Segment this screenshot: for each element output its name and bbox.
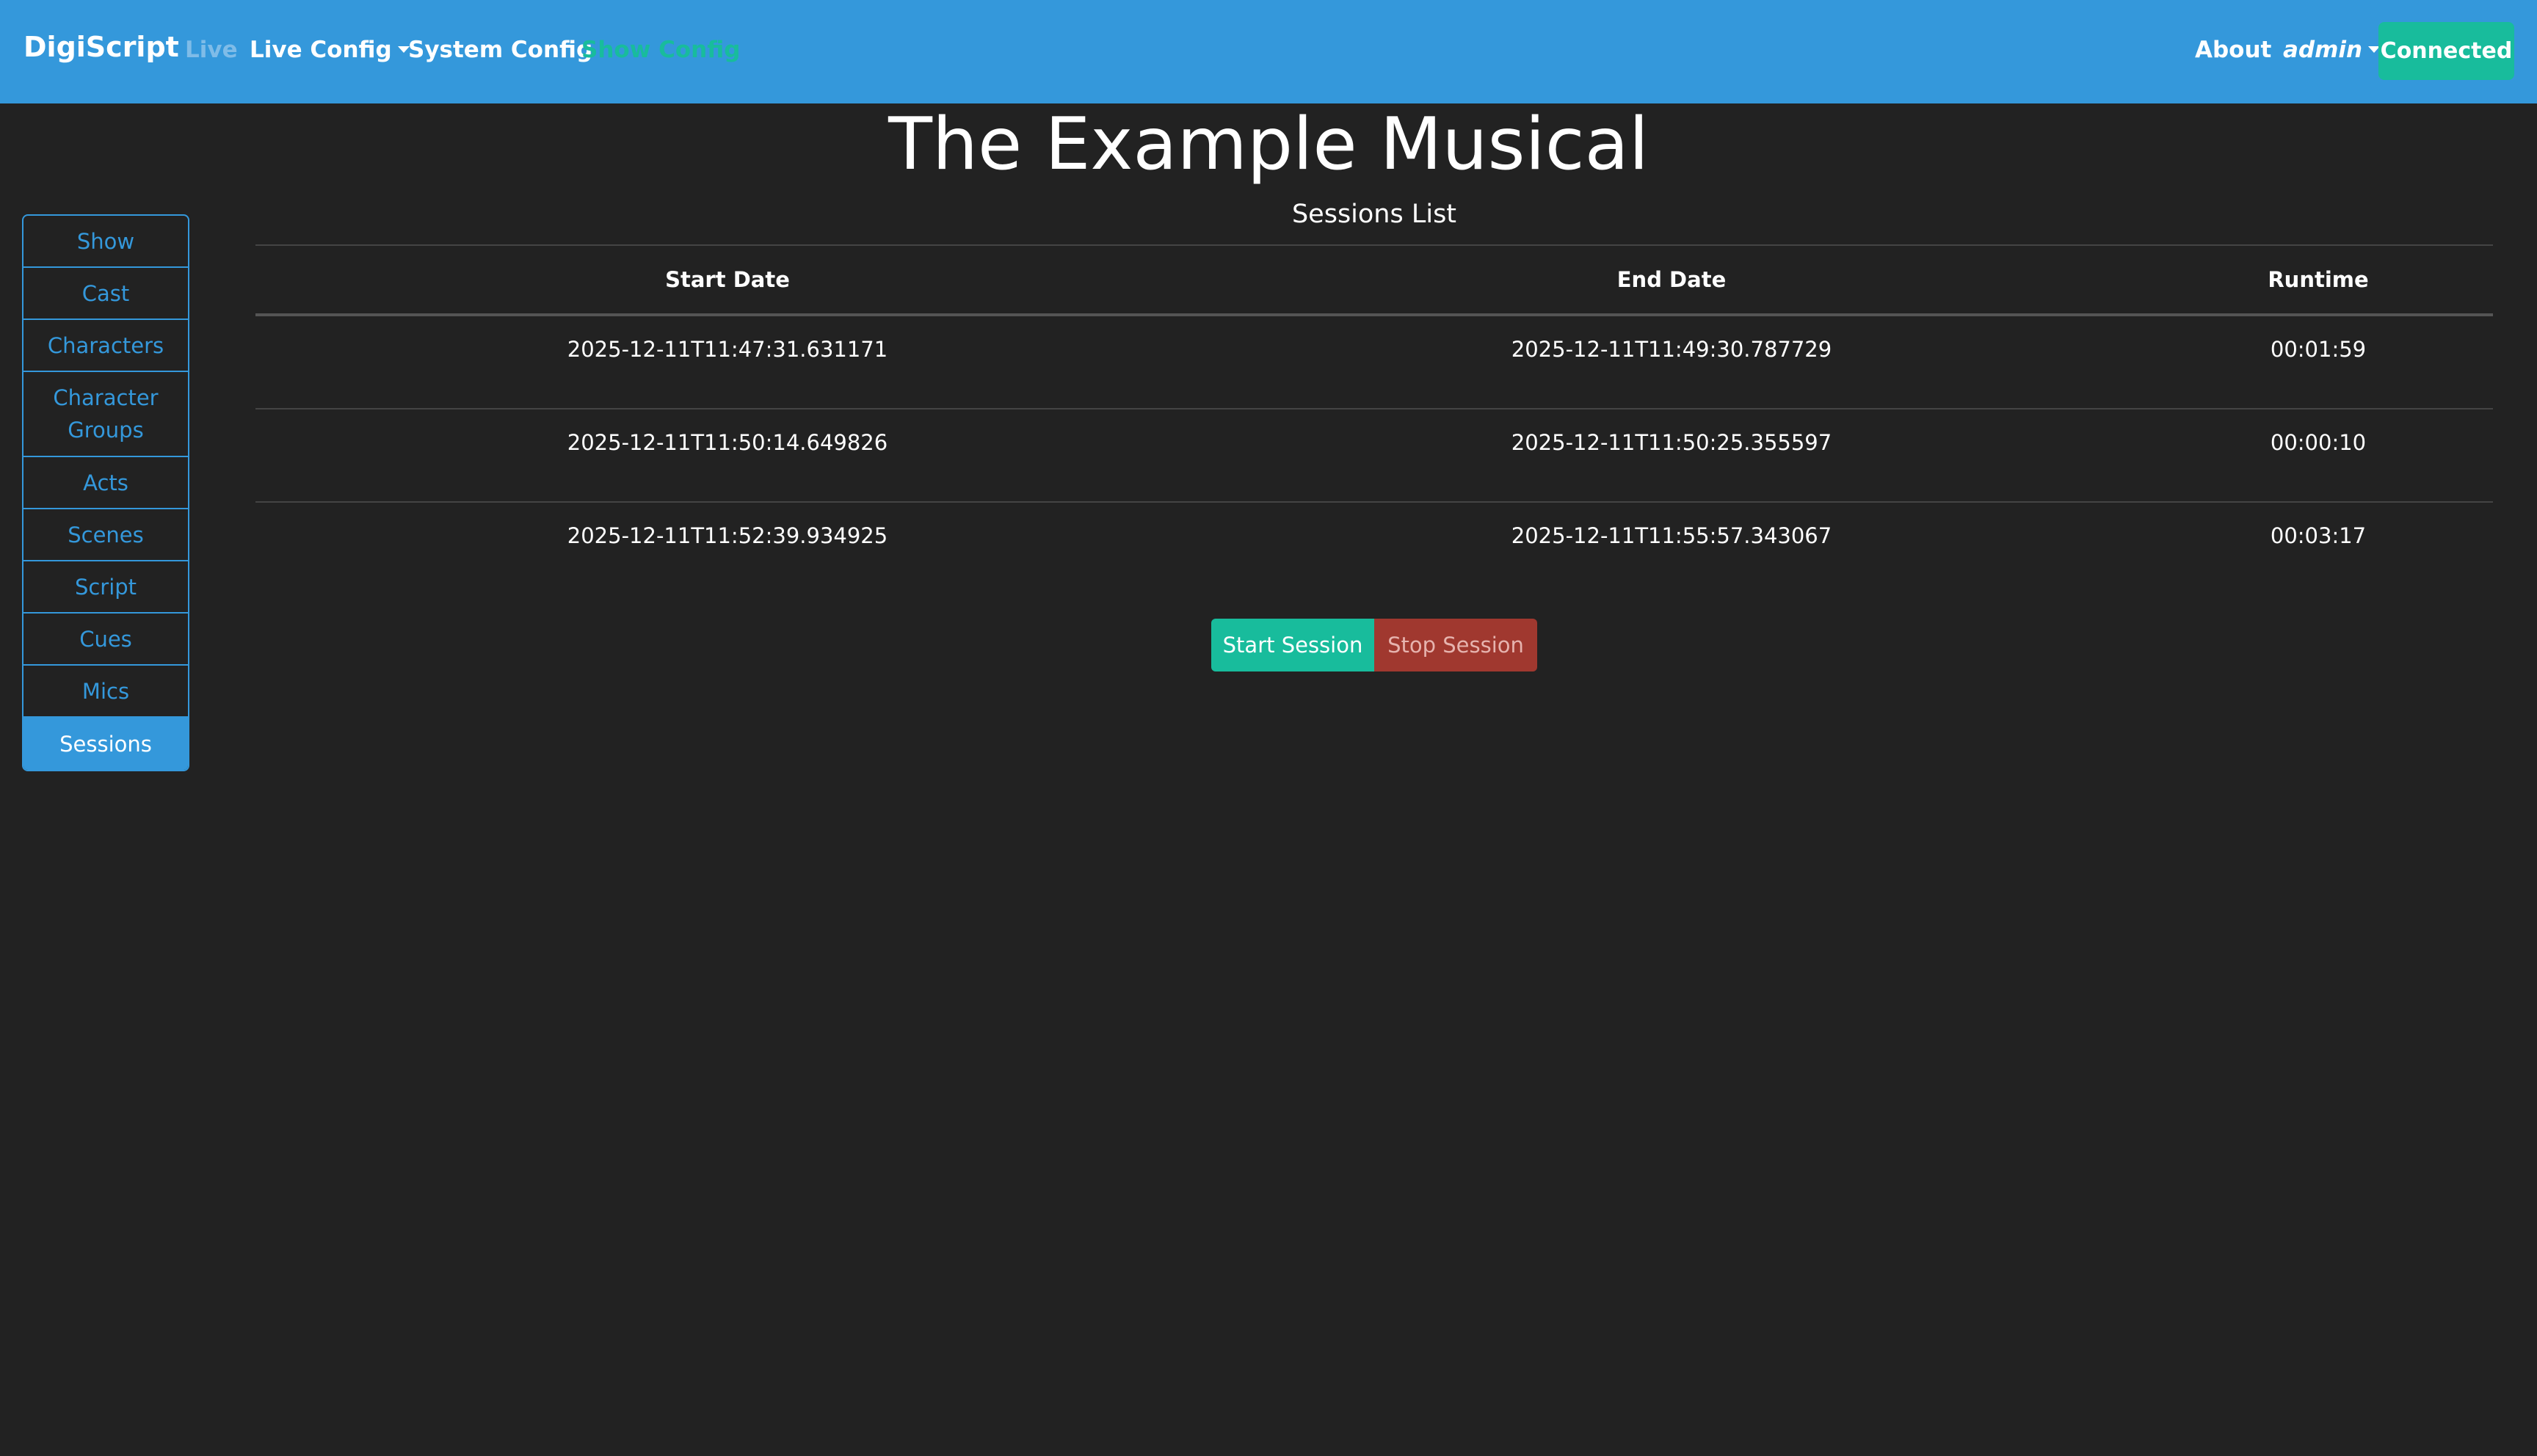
sidebar-item-acts[interactable]: Acts [23, 457, 188, 509]
sidebar-item-mics[interactable]: Mics [23, 666, 188, 718]
nav-system-config[interactable]: System Config [408, 37, 592, 63]
sessions-table: Start Date End Date Runtime 2025-12-11T1… [255, 244, 2493, 596]
user-menu-dropdown[interactable]: admin [2283, 37, 2381, 63]
nav-live[interactable]: Live [185, 37, 238, 63]
sidebar-item-cast[interactable]: Cast [23, 268, 188, 320]
cell-runtime: 00:00:10 [2270, 430, 2367, 455]
nav-live-config-dropdown[interactable]: Live Config [250, 37, 410, 63]
nav-about[interactable]: About [2195, 37, 2271, 63]
sidebar-item-characters[interactable]: Characters [23, 320, 188, 372]
top-navbar: DigiScript Live Live Config System Confi… [0, 0, 2537, 103]
nav-live-config-label: Live Config [250, 37, 392, 63]
sidebar-item-scenes[interactable]: Scenes [23, 509, 188, 561]
stop-session-button[interactable]: Stop Session [1374, 619, 1537, 671]
sidebar-item-show[interactable]: Show [23, 216, 188, 268]
sidebar-item-cues[interactable]: Cues [23, 614, 188, 666]
brand-logo[interactable]: DigiScript [23, 31, 179, 63]
session-controls: Start Session Stop Session [1211, 619, 1537, 671]
cell-end-date: 2025-12-11T11:49:30.787729 [1511, 337, 1832, 362]
table-row[interactable]: 2025-12-11T11:52:39.934925 2025-12-11T11… [255, 503, 2493, 596]
table-row[interactable]: 2025-12-11T11:50:14.649826 2025-12-11T11… [255, 410, 2493, 503]
table-header: Start Date End Date Runtime [255, 246, 2493, 316]
start-session-button[interactable]: Start Session [1211, 619, 1374, 671]
sidebar-item-character-groups[interactable]: Character Groups [23, 372, 188, 457]
cell-end-date: 2025-12-11T11:50:25.355597 [1511, 430, 1832, 455]
connection-status-badge: Connected [2378, 22, 2514, 80]
cell-runtime: 00:03:17 [2270, 523, 2367, 548]
sidebar-item-script[interactable]: Script [23, 561, 188, 614]
user-menu-label: admin [2283, 37, 2363, 63]
cell-runtime: 00:01:59 [2270, 337, 2367, 362]
page-title: The Example Musical [888, 103, 1649, 186]
nav-show-config[interactable]: Show Config [581, 37, 740, 63]
column-header-runtime[interactable]: Runtime [2144, 267, 2493, 292]
cell-start-date: 2025-12-11T11:47:31.631171 [567, 337, 888, 362]
sidebar-item-sessions[interactable]: Sessions [23, 718, 188, 770]
cell-start-date: 2025-12-11T11:52:39.934925 [567, 523, 888, 548]
show-config-sidebar: Show Cast Characters Character Groups Ac… [22, 214, 189, 771]
cell-start-date: 2025-12-11T11:50:14.649826 [567, 430, 888, 455]
table-row[interactable]: 2025-12-11T11:47:31.631171 2025-12-11T11… [255, 316, 2493, 410]
column-header-end-date[interactable]: End Date [1199, 267, 2144, 292]
column-header-start-date[interactable]: Start Date [255, 267, 1199, 292]
sessions-list-title: Sessions List [1291, 200, 1457, 229]
cell-end-date: 2025-12-11T11:55:57.343067 [1511, 523, 1832, 548]
